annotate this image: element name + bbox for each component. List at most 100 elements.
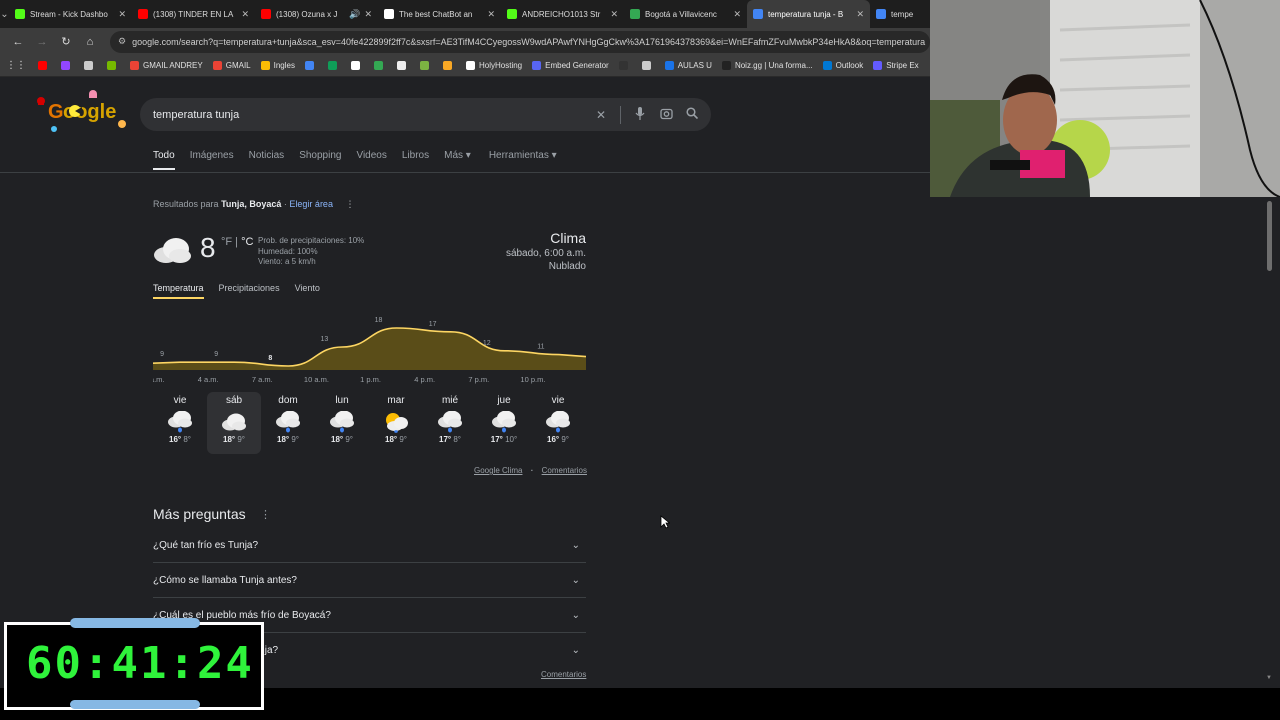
bookmark-item[interactable]: AULAS U [664,61,712,70]
chevron-down-icon[interactable]: ⌄ [572,540,580,551]
forecast-day[interactable]: mar 18° 9° [369,392,423,454]
choose-area-link[interactable]: Elegir área [289,199,333,209]
scroll-thumb[interactable] [1267,201,1272,271]
search-tab[interactable]: Todo [153,150,175,172]
paa-question[interactable]: ¿Qué tan frío es Tunja? ⌄ [153,528,586,563]
forecast-day[interactable]: vie 16° 8° [153,392,207,454]
bookmark-item[interactable]: Noiz.gg | Una forma... [721,61,813,70]
browser-tab[interactable]: ANDREICHO1013 Str ✕ [501,0,624,28]
precipitation-text: Prob. de precipitaciones: 10% [258,236,365,245]
weather-tab[interactable]: Viento [295,283,320,293]
search-query[interactable]: temperatura tunja [153,109,588,121]
close-tab-icon[interactable]: ✕ [733,9,741,20]
search-icon[interactable] [679,107,705,122]
speaker-icon[interactable]: 🔊 [349,9,360,20]
bookmark-item[interactable] [618,61,632,70]
bookmark-item[interactable]: Embed Generator [532,61,609,70]
bookmark-item[interactable]: Ingles [260,61,295,70]
close-tab-icon[interactable]: ✕ [241,9,249,20]
bookmark-item[interactable] [304,61,318,70]
bookmark-item[interactable] [38,61,51,70]
weather-footer: Google Clima · Comentarios [474,466,587,475]
weather-feedback-link[interactable]: Comentarios [542,466,587,475]
forecast-day[interactable]: sáb 18° 9° [207,392,261,454]
paa-question-text: ¿Cómo se llamaba Tunja antes? [153,574,297,586]
weather-tab[interactable]: Precipitaciones [219,283,280,293]
close-tab-icon[interactable]: ✕ [610,9,618,20]
search-tab[interactable]: Libros [402,150,429,172]
chevron-down-icon[interactable]: ⌄ [572,645,580,656]
bookmark-item[interactable] [396,61,410,70]
search-tab[interactable]: Herramientas ▾ [489,150,557,172]
browser-tab[interactable]: Bogotá a Villavicenc ✕ [624,0,747,28]
google-doodle-logo[interactable]: G oogle [32,88,132,134]
bookmark-item[interactable] [373,61,387,70]
bookmark-item[interactable]: GMAIL ANDREY [130,61,203,70]
chevron-down-icon[interactable]: ⌄ [572,575,580,586]
bookmark-item[interactable] [107,61,120,70]
timer-top-bar [70,618,200,628]
paa-feedback-link[interactable]: Comentarios [541,670,586,679]
google-weather-link[interactable]: Google Clima [474,466,522,475]
chevron-down-icon[interactable]: ⌄ [572,610,580,621]
close-tab-icon[interactable]: ✕ [118,9,126,20]
bookmark-item[interactable] [84,61,97,70]
close-tab-icon[interactable]: ✕ [364,9,372,20]
close-tab-icon[interactable]: ✕ [487,9,495,20]
home-icon[interactable]: ⌂ [78,36,102,48]
apps-icon[interactable]: ⋮⋮ [6,60,26,71]
paa-question[interactable]: ¿Cómo se llamaba Tunja antes? ⌄ [153,563,586,598]
bookmark-item[interactable] [327,61,341,70]
more-options-icon[interactable]: ⋮ [345,199,354,209]
bookmark-item[interactable]: HolyHosting [465,61,522,70]
search-tab[interactable]: Noticias [249,150,285,172]
bookmark-item[interactable] [350,61,364,70]
bookmark-item[interactable]: Outlook [822,61,863,70]
chart-x-tick-label: 1 p.m. [360,375,381,384]
site-info-icon[interactable]: ⚙ [118,36,126,47]
back-icon[interactable]: ← [6,36,30,48]
browser-tab[interactable]: (1308) TINDER EN LA ✕ [132,0,255,28]
cloud-rain-icon [315,409,369,435]
day-low: 9° [345,435,353,444]
address-bar[interactable]: ⚙ google.com/search?q=temperatura+tunja&… [110,30,930,53]
bookmark-item[interactable]: GMAIL [212,61,251,70]
bookmark-item[interactable] [442,61,456,70]
browser-tab[interactable]: (1308) Ozuna x J 🔊 ✕ [255,0,378,28]
microphone-icon[interactable] [627,106,653,123]
tab-search-icon[interactable]: ⌄ [0,0,9,28]
browser-tab[interactable]: temperatura tunja - B ✕ [747,0,870,28]
reload-icon[interactable]: ↻ [54,35,78,48]
forecast-day[interactable]: dom 18° 9° [261,392,315,454]
forecast-day[interactable]: mié 17° 8° [423,392,477,454]
clear-icon[interactable]: ✕ [588,108,614,122]
bookmark-item[interactable]: Stripe Ex [873,61,919,70]
search-tab[interactable]: Imágenes [190,150,234,172]
browser-tab[interactable]: tempe [870,0,930,28]
unit-fahrenheit[interactable]: °F [221,236,232,248]
close-tab-icon[interactable]: ✕ [856,9,864,20]
day-temperatures: 18° 9° [369,435,423,444]
weather-tab[interactable]: Temperatura [153,283,204,299]
weather-title: Clima [550,230,586,246]
scroll-down-icon[interactable]: ▼ [1266,675,1272,681]
unit-celsius[interactable]: °C [241,236,253,248]
forecast-day[interactable]: lun 18° 9° [315,392,369,454]
search-tab[interactable]: Shopping [299,150,341,172]
day-low: 9° [399,435,407,444]
forward-icon[interactable]: → [30,36,54,48]
forecast-day[interactable]: jue 17° 10° [477,392,531,454]
search-box[interactable]: temperatura tunja ✕ [140,98,711,131]
unit-toggle[interactable]: °F | °C [221,236,253,248]
lens-camera-icon[interactable] [653,107,679,123]
page-scrollbar[interactable]: ▲ ▼ [1266,191,1274,685]
browser-tab[interactable]: The best ChatBot an ✕ [378,0,501,28]
browser-tab[interactable]: Stream - Kick Dashbo ✕ [9,0,132,28]
search-tab[interactable]: Videos [356,150,386,172]
forecast-day[interactable]: vie 16° 9° [531,392,585,454]
bookmark-item[interactable] [61,61,74,70]
search-tab[interactable]: Más ▾ [444,150,471,172]
paa-more-icon[interactable]: ⋮ [260,508,271,521]
bookmark-item[interactable] [419,61,433,70]
bookmark-item[interactable] [641,61,655,70]
